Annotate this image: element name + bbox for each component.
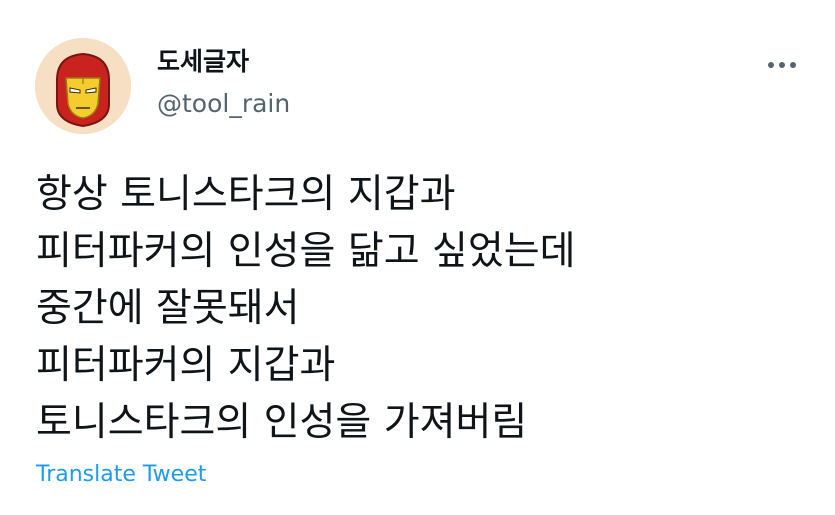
tweet-text: 항상 토니스타크의 지갑과 피터파커의 인성을 닮고 싶었는데 중간에 잘못돼서…	[36, 166, 816, 451]
tweet-line: 피터파커의 인성을 닮고 싶었는데	[36, 229, 576, 274]
avatar[interactable]	[35, 38, 131, 134]
tweet-line: 피터파커의 지갑과	[36, 343, 336, 388]
author-handle[interactable]: @tool_rain	[157, 88, 290, 120]
tweet-line: 토니스타크의 인성을 가져버림	[36, 400, 528, 445]
more-options-icon	[768, 62, 796, 68]
tweet-line: 항상 토니스타크의 지갑과	[36, 172, 456, 217]
more-options-button[interactable]	[760, 48, 804, 82]
author-display-name[interactable]: 도세글자	[157, 46, 249, 78]
tweet-line: 중간에 잘못돼서	[36, 286, 300, 331]
iron-man-helmet-icon	[35, 38, 131, 134]
translate-tweet-link[interactable]: Translate Tweet	[36, 460, 206, 490]
